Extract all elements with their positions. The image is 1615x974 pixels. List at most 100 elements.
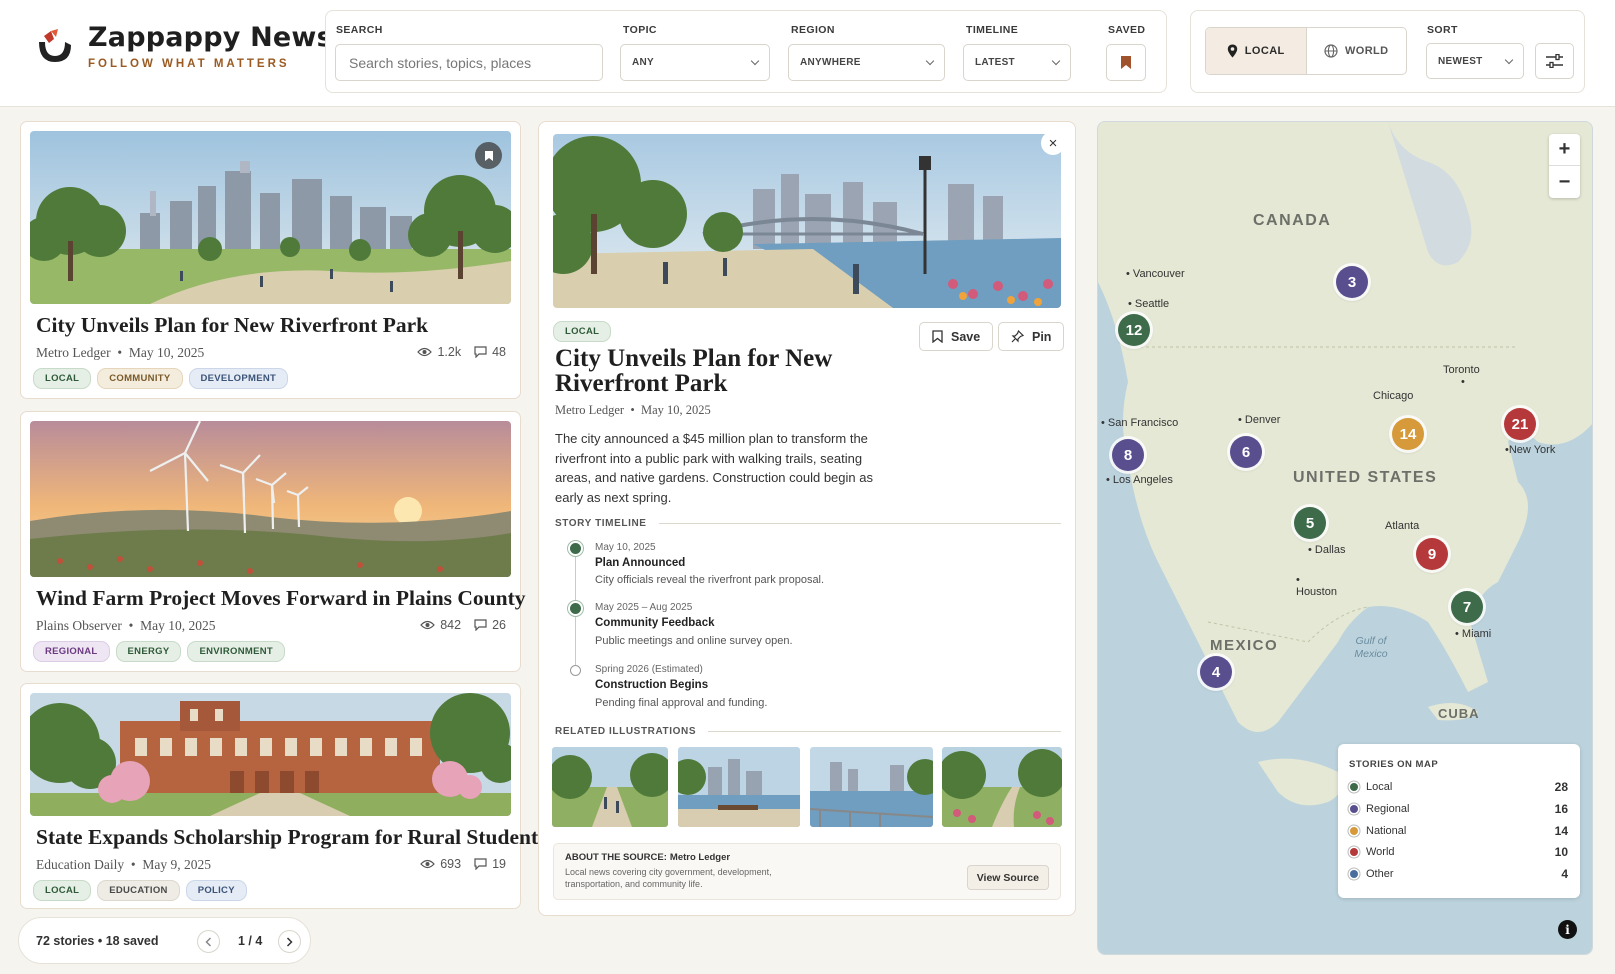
eye-icon: [420, 859, 436, 869]
map-info-button[interactable]: i: [1558, 920, 1577, 939]
tag-regional[interactable]: REGIONAL: [33, 641, 110, 662]
story-title[interactable]: City Unveils Plan for New Riverfront Par…: [36, 313, 428, 338]
story-summary: 72 stories • 18 saved: [36, 934, 159, 948]
tag-policy[interactable]: POLICY: [185, 880, 247, 901]
chevron-down-icon: [925, 56, 935, 66]
timeline-dot-done: [570, 603, 581, 614]
map-cluster-marker[interactable]: 8: [1112, 439, 1144, 471]
search-input[interactable]: [335, 44, 603, 81]
map-cluster-marker[interactable]: 4: [1200, 656, 1232, 688]
related-illustration[interactable]: [942, 747, 1062, 827]
legend-label: Regional: [1366, 803, 1410, 815]
city-houston-label: Houston: [1296, 586, 1337, 598]
story-stats: 842 26: [420, 618, 506, 632]
tag-energy[interactable]: ENERGY: [115, 641, 182, 662]
chevron-left-icon: [205, 936, 212, 947]
legend-count: 14: [1554, 824, 1568, 838]
legend-item-national: National 14: [1350, 824, 1568, 838]
city-chicago: Chicago: [1373, 390, 1413, 402]
saved-button[interactable]: [1106, 44, 1146, 81]
tag-community[interactable]: COMMUNITY: [97, 368, 183, 389]
city-atlanta: Atlanta: [1385, 520, 1419, 532]
topic-select[interactable]: ANY: [620, 44, 770, 81]
tag-local[interactable]: LOCAL: [33, 880, 92, 901]
zoom-out-button[interactable]: −: [1549, 166, 1580, 198]
city-denver-label: Denver: [1244, 414, 1281, 426]
legend-label: Other: [1366, 868, 1394, 880]
view-source-button[interactable]: View Source: [966, 865, 1049, 890]
riverfront-illustration: [553, 134, 1061, 308]
bookmark-icon: [484, 150, 493, 161]
legend-count: 28: [1554, 780, 1568, 794]
pin-label: Pin: [1032, 329, 1052, 344]
source-heading-label: ABOUT THE SOURCE:: [565, 852, 667, 863]
tag-education[interactable]: EDUCATION: [97, 880, 180, 901]
legend-item-local: Local 28: [1350, 780, 1568, 794]
next-page-button[interactable]: [278, 930, 301, 953]
brand-tagline: FOLLOW WHAT MATTERS: [88, 58, 290, 70]
timeline-select[interactable]: LATEST: [963, 44, 1071, 81]
city-seattle-label: Seattle: [1134, 298, 1170, 310]
related-heading: RELATED ILLUSTRATIONS: [555, 726, 1061, 737]
legend-item-other: Other 4: [1350, 867, 1568, 881]
story-source: Metro Ledger: [36, 345, 111, 360]
city-san-francisco: • San Francisco: [1101, 417, 1179, 429]
timeline-label: TIMELINE: [966, 24, 1019, 36]
close-detail-button[interactable]: ×: [1041, 131, 1065, 155]
map-cluster-marker[interactable]: 12: [1118, 314, 1150, 346]
story-title[interactable]: Wind Farm Project Moves Forward in Plain…: [36, 586, 526, 611]
tag-development[interactable]: DEVELOPMENT: [188, 368, 289, 389]
related-illustration[interactable]: [678, 747, 800, 827]
legend-dot: [1350, 827, 1358, 835]
map-cluster-marker[interactable]: 7: [1451, 591, 1483, 623]
city-los-angeles: • Los Angeles: [1106, 474, 1173, 486]
story-card[interactable]: City Unveils Plan for New Riverfront Par…: [20, 121, 521, 399]
legend-item-world: World 10: [1350, 845, 1568, 859]
scope-world-button[interactable]: WORLD: [1307, 28, 1407, 74]
map-cluster-marker[interactable]: 6: [1230, 436, 1262, 468]
map-cluster-marker[interactable]: 14: [1392, 418, 1424, 450]
legend-dot: [1350, 783, 1358, 791]
map-cluster-marker[interactable]: 9: [1416, 538, 1448, 570]
map-cluster-marker[interactable]: 5: [1294, 507, 1326, 539]
timeline-value: LATEST: [975, 57, 1015, 68]
related-thumbnail-path: [552, 747, 668, 827]
filter-settings-button[interactable]: [1535, 43, 1574, 79]
city-dallas: • Dallas: [1308, 544, 1346, 556]
tag-environment[interactable]: ENVIRONMENT: [187, 641, 285, 662]
wind-farm-illustration: [30, 421, 511, 577]
region-value: ANYWHERE: [800, 57, 861, 68]
city-ny-label: New York: [1508, 444, 1556, 456]
detail-meta: Metro Ledger • May 10, 2025: [555, 403, 711, 417]
detail-tag-local[interactable]: LOCAL: [553, 321, 612, 342]
legend-heading: STORIES ON MAP: [1349, 759, 1439, 770]
region-label: REGION: [791, 24, 835, 36]
sort-select[interactable]: NEWEST: [1426, 43, 1524, 79]
save-label: Save: [951, 329, 981, 344]
zoom-in-button[interactable]: +: [1549, 134, 1580, 166]
save-button[interactable]: Save: [919, 322, 994, 351]
saved-label: SAVED: [1108, 24, 1146, 36]
tag-local[interactable]: LOCAL: [33, 368, 92, 389]
region-select[interactable]: ANYWHERE: [788, 44, 945, 81]
story-card[interactable]: Wind Farm Project Moves Forward in Plain…: [20, 411, 526, 672]
city-miami: • Miami: [1455, 628, 1492, 640]
map-cluster-marker[interactable]: 21: [1504, 408, 1536, 440]
legend-label: World: [1366, 846, 1395, 858]
related-illustration[interactable]: [810, 747, 933, 827]
pin-button[interactable]: Pin: [998, 322, 1065, 351]
related-illustration[interactable]: [552, 747, 668, 827]
legend-count: 10: [1554, 845, 1568, 859]
bookmark-toggle-button[interactable]: [475, 142, 502, 169]
story-thumbnail-campus: [30, 693, 511, 816]
story-card[interactable]: State Expands Scholarship Program for Ru…: [20, 683, 547, 909]
location-pin-icon: [1227, 44, 1237, 58]
city-la-label: Los Angeles: [1112, 474, 1173, 486]
sort-label: SORT: [1427, 24, 1458, 36]
story-title[interactable]: State Expands Scholarship Program for Ru…: [36, 825, 547, 850]
timeline-date: May 10, 2025: [595, 542, 656, 553]
prev-page-button[interactable]: [197, 930, 220, 953]
story-map[interactable]: CANADA UNITED STATES MEXICO CUBA Gulf of…: [1097, 121, 1593, 955]
map-cluster-marker[interactable]: 3: [1336, 266, 1368, 298]
scope-local-button[interactable]: LOCAL: [1206, 28, 1307, 74]
